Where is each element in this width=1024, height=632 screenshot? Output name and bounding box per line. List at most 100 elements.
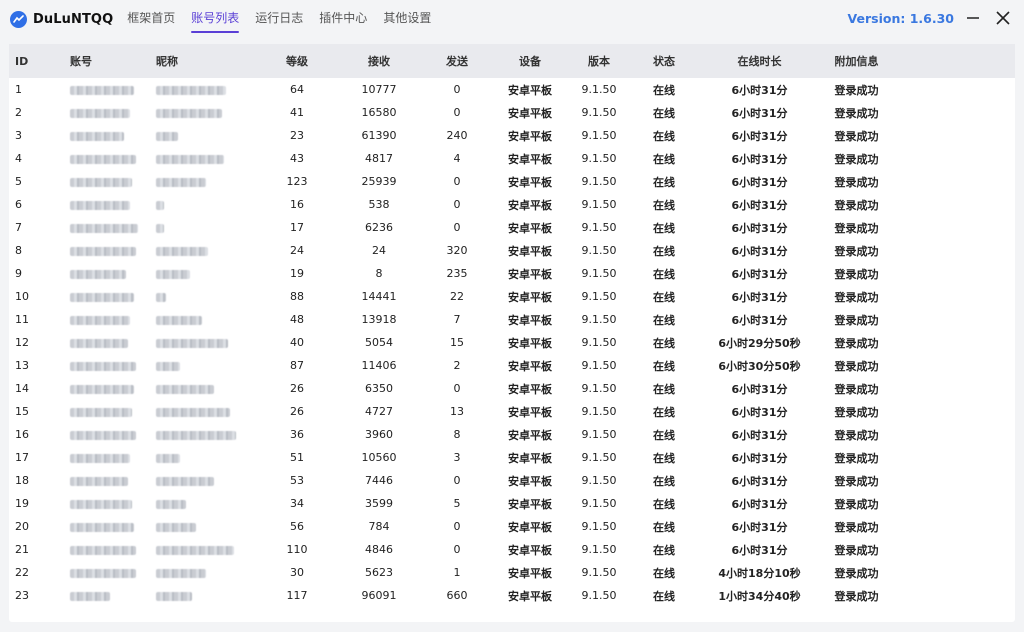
cell-received: 6236 <box>365 221 393 234</box>
column-header-extra-info[interactable]: 附加信息 <box>815 44 898 78</box>
cell-device: 安卓平板 <box>508 152 552 166</box>
table-row[interactable]: 16 36 3960 8 安卓平板 9.1.50 在线 6小时31分 登录成功 <box>9 423 1015 446</box>
table-row[interactable]: 20 56 784 0 安卓平板 9.1.50 在线 6小时31分 登录成功 <box>9 515 1015 538</box>
cell-received: 16580 <box>361 106 397 119</box>
column-header-account[interactable]: 账号 <box>64 44 150 78</box>
cell-status: 在线 <box>653 152 675 166</box>
cell-nickname-redacted <box>150 216 264 239</box>
cell-version: 9.1.50 <box>581 152 617 165</box>
table-row[interactable]: 3 23 61390 240 安卓平板 9.1.50 在线 6小时31分 登录成功 <box>9 124 1015 147</box>
tab-account-list[interactable]: 账号列表 <box>191 0 240 38</box>
cell-version: 9.1.50 <box>581 382 617 395</box>
cell-extra-info: 登录成功 <box>834 382 879 396</box>
table-row[interactable]: 4 43 4817 4 安卓平板 9.1.50 在线 6小时31分 登录成功 <box>9 147 1015 170</box>
cell-received: 4817 <box>365 152 393 165</box>
table-row[interactable]: 10 88 14441 22 安卓平板 9.1.50 在线 6小时31分 登录成功 <box>9 285 1015 308</box>
cell-account-redacted <box>64 124 150 147</box>
cell-version: 9.1.50 <box>581 566 617 579</box>
column-header-level[interactable]: 等级 <box>264 44 330 78</box>
tab-other-settings[interactable]: 其他设置 <box>383 0 431 38</box>
cell-account-redacted <box>64 193 150 216</box>
cell-level: 16 <box>290 198 304 211</box>
table-row[interactable]: 14 26 6350 0 安卓平板 9.1.50 在线 6小时31分 登录成功 <box>9 377 1015 400</box>
redacted-text <box>156 223 164 233</box>
table-row[interactable]: 15 26 4727 13 安卓平板 9.1.50 在线 6小时31分 登录成功 <box>9 400 1015 423</box>
cell-version: 9.1.50 <box>581 221 617 234</box>
cell-extra-info: 登录成功 <box>834 589 879 603</box>
cell-extra-info: 登录成功 <box>834 129 879 143</box>
cell-sent: 15 <box>450 336 464 349</box>
cell-received: 7446 <box>365 474 393 487</box>
redacted-text <box>156 108 222 118</box>
table-row[interactable]: 22 30 5623 1 安卓平板 9.1.50 在线 4小时18分10秒 登录成功 <box>9 561 1015 584</box>
table-row[interactable]: 18 53 7446 0 安卓平板 9.1.50 在线 6小时31分 登录成功 <box>9 469 1015 492</box>
redacted-text <box>156 131 178 141</box>
column-header-received[interactable]: 接收 <box>330 44 428 78</box>
cell-version: 9.1.50 <box>581 244 617 257</box>
tab-home[interactable]: 框架首页 <box>127 0 175 38</box>
column-header-spacer <box>898 44 1015 78</box>
column-header-nickname[interactable]: 昵称 <box>150 44 264 78</box>
table-row[interactable]: 7 17 6236 0 安卓平板 9.1.50 在线 6小时31分 登录成功 <box>9 216 1015 239</box>
tab-plugin-center[interactable]: 插件中心 <box>319 0 367 38</box>
cell-online-duration: 6小时30分50秒 <box>718 359 801 373</box>
cell-account-redacted <box>64 400 150 423</box>
column-header-id[interactable]: ID <box>9 44 64 78</box>
column-header-status[interactable]: 状态 <box>624 44 704 78</box>
close-icon[interactable] <box>994 9 1012 27</box>
cell-version: 9.1.50 <box>581 313 617 326</box>
cell-extra-info: 登录成功 <box>834 83 879 97</box>
cell-version: 9.1.50 <box>581 175 617 188</box>
table-row[interactable]: 11 48 13918 7 安卓平板 9.1.50 在线 6小时31分 登录成功 <box>9 308 1015 331</box>
tab-run-log[interactable]: 运行日志 <box>255 0 303 38</box>
cell-spacer <box>898 538 1015 561</box>
minimize-icon[interactable] <box>964 9 982 27</box>
table-row[interactable]: 9 19 8 235 安卓平板 9.1.50 在线 6小时31分 登录成功 <box>9 262 1015 285</box>
cell-device: 安卓平板 <box>508 83 552 97</box>
cell-spacer <box>898 170 1015 193</box>
cell-device: 安卓平板 <box>508 359 552 373</box>
redacted-text <box>70 545 136 555</box>
cell-extra-info: 登录成功 <box>834 428 879 442</box>
cell-level: 123 <box>286 175 308 188</box>
cell-online-duration: 4小时18分10秒 <box>718 566 801 580</box>
table-row[interactable]: 17 51 10560 3 安卓平板 9.1.50 在线 6小时31分 登录成功 <box>9 446 1015 469</box>
table-row[interactable]: 2 41 16580 0 安卓平板 9.1.50 在线 6小时31分 登录成功 <box>9 101 1015 124</box>
cell-nickname-redacted <box>150 400 264 423</box>
cell-nickname-redacted <box>150 170 264 193</box>
table-row[interactable]: 8 24 24 320 安卓平板 9.1.50 在线 6小时31分 登录成功 <box>9 239 1015 262</box>
table-row[interactable]: 5 123 25939 0 安卓平板 9.1.50 在线 6小时31分 登录成功 <box>9 170 1015 193</box>
cell-online-duration: 6小时31分 <box>731 497 788 511</box>
cell-status: 在线 <box>653 83 675 97</box>
cell-spacer <box>898 354 1015 377</box>
table-row[interactable]: 23 117 96091 660 安卓平板 9.1.50 在线 1小时34分40秒 登录成功 <box>9 584 1015 607</box>
column-header-device[interactable]: 设备 <box>486 44 574 78</box>
table-row[interactable]: 21 110 4846 0 安卓平板 9.1.50 在线 6小时31分 登录成功 <box>9 538 1015 561</box>
cell-account-redacted <box>64 423 150 446</box>
table-row[interactable]: 1 64 10777 0 安卓平板 9.1.50 在线 6小时31分 登录成功 <box>9 78 1015 101</box>
column-header-sent[interactable]: 发送 <box>428 44 486 78</box>
cell-online-duration: 6小时31分 <box>731 290 788 304</box>
table-row[interactable]: 19 34 3599 5 安卓平板 9.1.50 在线 6小时31分 登录成功 <box>9 492 1015 515</box>
cell-id: 2 <box>15 106 22 119</box>
cell-nickname-redacted <box>150 331 264 354</box>
redacted-text <box>70 407 132 417</box>
cell-sent: 0 <box>453 83 461 96</box>
table-row[interactable]: 13 87 11406 2 安卓平板 9.1.50 在线 6小时30分50秒 登录成功 <box>9 354 1015 377</box>
cell-received: 538 <box>368 198 390 211</box>
cell-spacer <box>898 193 1015 216</box>
version-label: Version: 1.6.30 <box>847 11 954 26</box>
column-header-online-duration[interactable]: 在线时长 <box>704 44 815 78</box>
cell-account-redacted <box>64 101 150 124</box>
cell-id: 16 <box>15 428 29 441</box>
cell-account-redacted <box>64 469 150 492</box>
redacted-text <box>156 499 186 509</box>
table-row[interactable]: 6 16 538 0 安卓平板 9.1.50 在线 6小时31分 登录成功 <box>9 193 1015 216</box>
cell-status: 在线 <box>653 313 675 327</box>
cell-device: 安卓平板 <box>508 198 552 212</box>
column-header-version[interactable]: 版本 <box>574 44 624 78</box>
table-row[interactable]: 12 40 5054 15 安卓平板 9.1.50 在线 6小时29分50秒 登录成功 <box>9 331 1015 354</box>
redacted-text <box>70 338 128 348</box>
cell-status: 在线 <box>653 474 675 488</box>
cell-spacer <box>898 147 1015 170</box>
